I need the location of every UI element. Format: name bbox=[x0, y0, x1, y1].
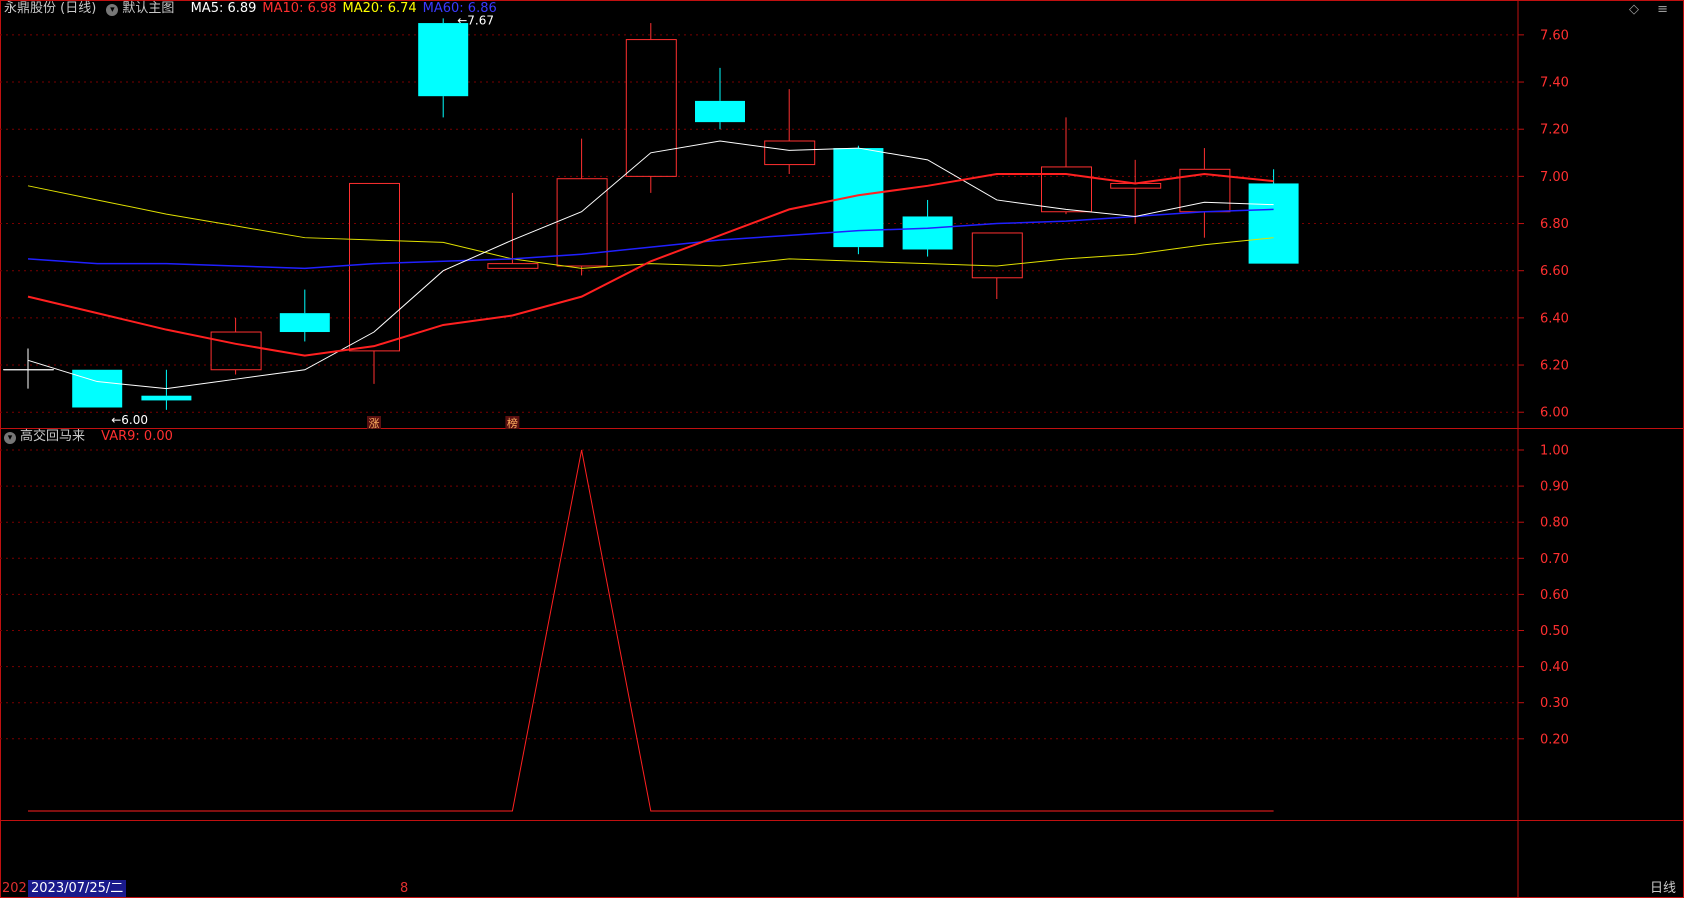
y-tick-label: 7.60 bbox=[1540, 28, 1569, 43]
date-axis-prefix: 202 bbox=[2, 881, 27, 896]
candle-body-down bbox=[141, 395, 192, 401]
candle-body-up bbox=[625, 39, 677, 177]
chevron-down-icon[interactable]: ▾ bbox=[106, 4, 119, 16]
y-tick-label: 6.80 bbox=[1540, 217, 1569, 232]
price-extreme-label: ←6.00 bbox=[111, 413, 148, 427]
candle-body-down bbox=[902, 216, 953, 250]
indicator-selector[interactable]: ▾ 高交回马来 bbox=[4, 429, 95, 444]
template-selector[interactable]: ▾ 默认主图 bbox=[106, 1, 184, 16]
indicator-name: 高交回马来 bbox=[20, 429, 86, 444]
y-tick-label: 6.60 bbox=[1540, 264, 1569, 279]
chart-window: 6.00 6.20 6.40 6.60 6.80 7.00 7.20 7.40 7.60 0.20… bbox=[0, 0, 1684, 898]
candle-body-up bbox=[349, 182, 400, 352]
ma20-line bbox=[27, 185, 1274, 269]
menu-icon[interactable]: ≡ bbox=[1657, 2, 1668, 17]
event-marker-text: 涨 bbox=[369, 417, 380, 430]
stock-title[interactable]: 永鼎股份 (日线) bbox=[4, 1, 96, 16]
event-marker-text: 榜 bbox=[507, 416, 518, 430]
ma-legend-item: MA10: 6.98 bbox=[262, 1, 337, 16]
cursor-date-label: 2023/07/25/二 bbox=[28, 880, 127, 897]
main-chart-header: 永鼎股份 (日线) ▾ 默认主图 MA5: 6.89 MA10: 6.98 MA20:… bbox=[4, 0, 509, 18]
y-tick-label: 0.50 bbox=[1540, 624, 1569, 639]
y-tick-label: 1.00 bbox=[1540, 444, 1569, 459]
indicator-header: ▾ 高交回马来 VAR9: 0.00 bbox=[4, 428, 179, 446]
ma-legend: MA5: 6.89 MA10: 6.98 MA20: 6.74 MA60: 6.86 bbox=[191, 1, 503, 16]
y-tick-label: 6.20 bbox=[1540, 359, 1569, 374]
ma-legend-item: MA20: 6.74 bbox=[342, 1, 417, 16]
date-axis-tick: 8 bbox=[400, 881, 409, 896]
y-tick-label: 0.60 bbox=[1540, 588, 1569, 603]
y-tick-label: 0.80 bbox=[1540, 516, 1569, 531]
y-tick-label: 0.30 bbox=[1540, 696, 1569, 711]
y-tick-label: 0.90 bbox=[1540, 480, 1569, 495]
candle-body-up bbox=[487, 263, 539, 269]
y-tick-label: 7.00 bbox=[1540, 170, 1569, 185]
candle-body-down bbox=[72, 369, 123, 408]
candle-body-down bbox=[279, 313, 330, 333]
candle-body-up bbox=[764, 140, 816, 166]
period-tab-daily[interactable]: 日线 bbox=[1650, 880, 1676, 897]
y-tick-label: 6.40 bbox=[1540, 311, 1569, 326]
y-tick-label: 6.00 bbox=[1540, 406, 1569, 421]
chevron-down-icon[interactable]: ▾ bbox=[4, 432, 16, 444]
chart-canvas[interactable]: 6.00 6.20 6.40 6.60 6.80 7.00 7.20 7.40 7.60 0.20… bbox=[0, 0, 1684, 898]
var9-label: VAR9: 0.00 bbox=[101, 429, 173, 444]
diamond-icon[interactable]: ◇ bbox=[1629, 2, 1639, 17]
candle-body-down bbox=[418, 23, 469, 97]
window-controls: ◇ ≡ bbox=[1615, 2, 1668, 17]
y-tick-label: 0.70 bbox=[1540, 552, 1569, 567]
y-tick-label: 0.20 bbox=[1540, 732, 1569, 747]
candle-body-down bbox=[695, 100, 745, 123]
candle-body-up bbox=[210, 331, 262, 371]
candle-body-down bbox=[1248, 183, 1299, 264]
ma60-line bbox=[27, 208, 1274, 270]
y-tick-label: 7.20 bbox=[1540, 123, 1569, 138]
y-tick-label: 0.40 bbox=[1540, 660, 1569, 675]
ma-legend-item: MA60: 6.86 bbox=[422, 1, 497, 16]
outer-frame bbox=[0, 0, 1684, 898]
ma-legend-item: MA5: 6.89 bbox=[190, 1, 257, 16]
template-label: 默认主图 bbox=[122, 1, 175, 16]
y-tick-label: 7.40 bbox=[1540, 76, 1569, 91]
